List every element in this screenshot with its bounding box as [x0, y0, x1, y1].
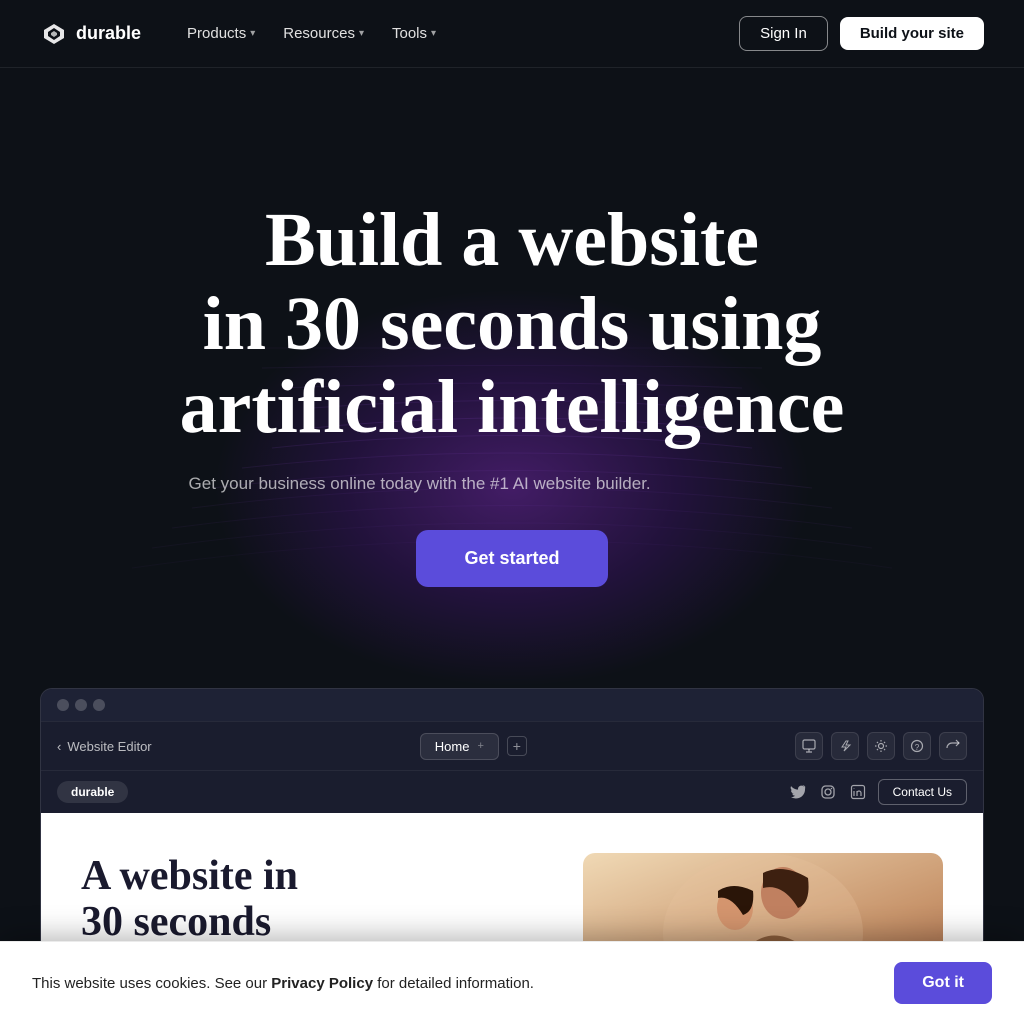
- browser-tab-home[interactable]: Home +: [420, 733, 499, 760]
- durable-logo-icon: [40, 20, 68, 48]
- cookie-text-before: This website uses cookies. See our: [32, 975, 271, 992]
- got-it-button[interactable]: Got it: [894, 962, 992, 1004]
- twitter-icon[interactable]: [788, 782, 808, 802]
- browser-site-nav: durable Contact Us: [41, 770, 983, 813]
- browser-dot-green: [93, 699, 105, 711]
- svg-text:?: ?: [915, 743, 920, 752]
- monitor-icon[interactable]: [795, 732, 823, 760]
- signin-button[interactable]: Sign In: [739, 16, 828, 51]
- nav-products[interactable]: Products ▾: [177, 19, 265, 48]
- hero-content: Build a website in 30 seconds using arti…: [180, 199, 845, 587]
- navbar: durable Products ▾ Resources ▾ Tools ▾ S…: [0, 0, 1024, 68]
- back-arrow-icon: ‹: [57, 739, 61, 754]
- browser-toolbar: ‹ Website Editor Home + + ?: [41, 721, 983, 770]
- cookie-text: This website uses cookies. See our Priva…: [32, 975, 534, 992]
- tab-plus-icon: +: [477, 740, 483, 752]
- hero-title: Build a website in 30 seconds using arti…: [180, 199, 845, 450]
- nav-resources[interactable]: Resources ▾: [273, 19, 374, 48]
- privacy-policy-link[interactable]: Privacy Policy: [271, 975, 373, 992]
- browser-icons: ?: [795, 732, 967, 760]
- add-tab-button[interactable]: +: [507, 736, 527, 756]
- build-site-button[interactable]: Build your site: [840, 17, 984, 50]
- instagram-icon[interactable]: [818, 782, 838, 802]
- browser-dot-red: [57, 699, 69, 711]
- logo[interactable]: durable: [40, 20, 141, 48]
- nav-tools[interactable]: Tools ▾: [382, 19, 446, 48]
- nav-links: Products ▾ Resources ▾ Tools ▾: [177, 19, 446, 48]
- browser-dot-yellow: [75, 699, 87, 711]
- website-editor-label: Website Editor: [67, 739, 151, 754]
- chevron-down-icon: ▾: [250, 28, 255, 39]
- settings-icon[interactable]: [867, 732, 895, 760]
- chevron-down-icon: ▾: [431, 28, 436, 39]
- site-logo-pill: durable: [57, 781, 128, 803]
- cookie-text-after: for detailed information.: [373, 975, 534, 992]
- hero-section: Build a website in 30 seconds using arti…: [0, 68, 1024, 688]
- browser-dots: [57, 699, 105, 711]
- lightning-icon[interactable]: [831, 732, 859, 760]
- get-started-button[interactable]: Get started: [416, 530, 607, 587]
- cookie-banner: This website uses cookies. See our Priva…: [0, 941, 1024, 1024]
- nav-right: Sign In Build your site: [739, 16, 984, 51]
- chevron-down-icon: ▾: [359, 28, 364, 39]
- browser-social-links: Contact Us: [788, 779, 967, 805]
- browser-title-seconds: 30 seconds: [81, 899, 271, 945]
- contact-us-button[interactable]: Contact Us: [878, 779, 967, 805]
- share-icon[interactable]: [939, 732, 967, 760]
- tab-label: Home: [435, 739, 470, 754]
- browser-tab-area: Home + +: [420, 733, 527, 760]
- linkedin-icon[interactable]: [848, 782, 868, 802]
- nav-left: durable Products ▾ Resources ▾ Tools ▾: [40, 19, 446, 48]
- hero-subtitle: Get your business online today with the …: [180, 474, 660, 494]
- logo-text: durable: [76, 23, 141, 44]
- browser-bar: [41, 689, 983, 721]
- help-icon[interactable]: ?: [903, 732, 931, 760]
- browser-title-line1: A website in: [81, 853, 298, 899]
- browser-back: ‹ Website Editor: [57, 739, 152, 754]
